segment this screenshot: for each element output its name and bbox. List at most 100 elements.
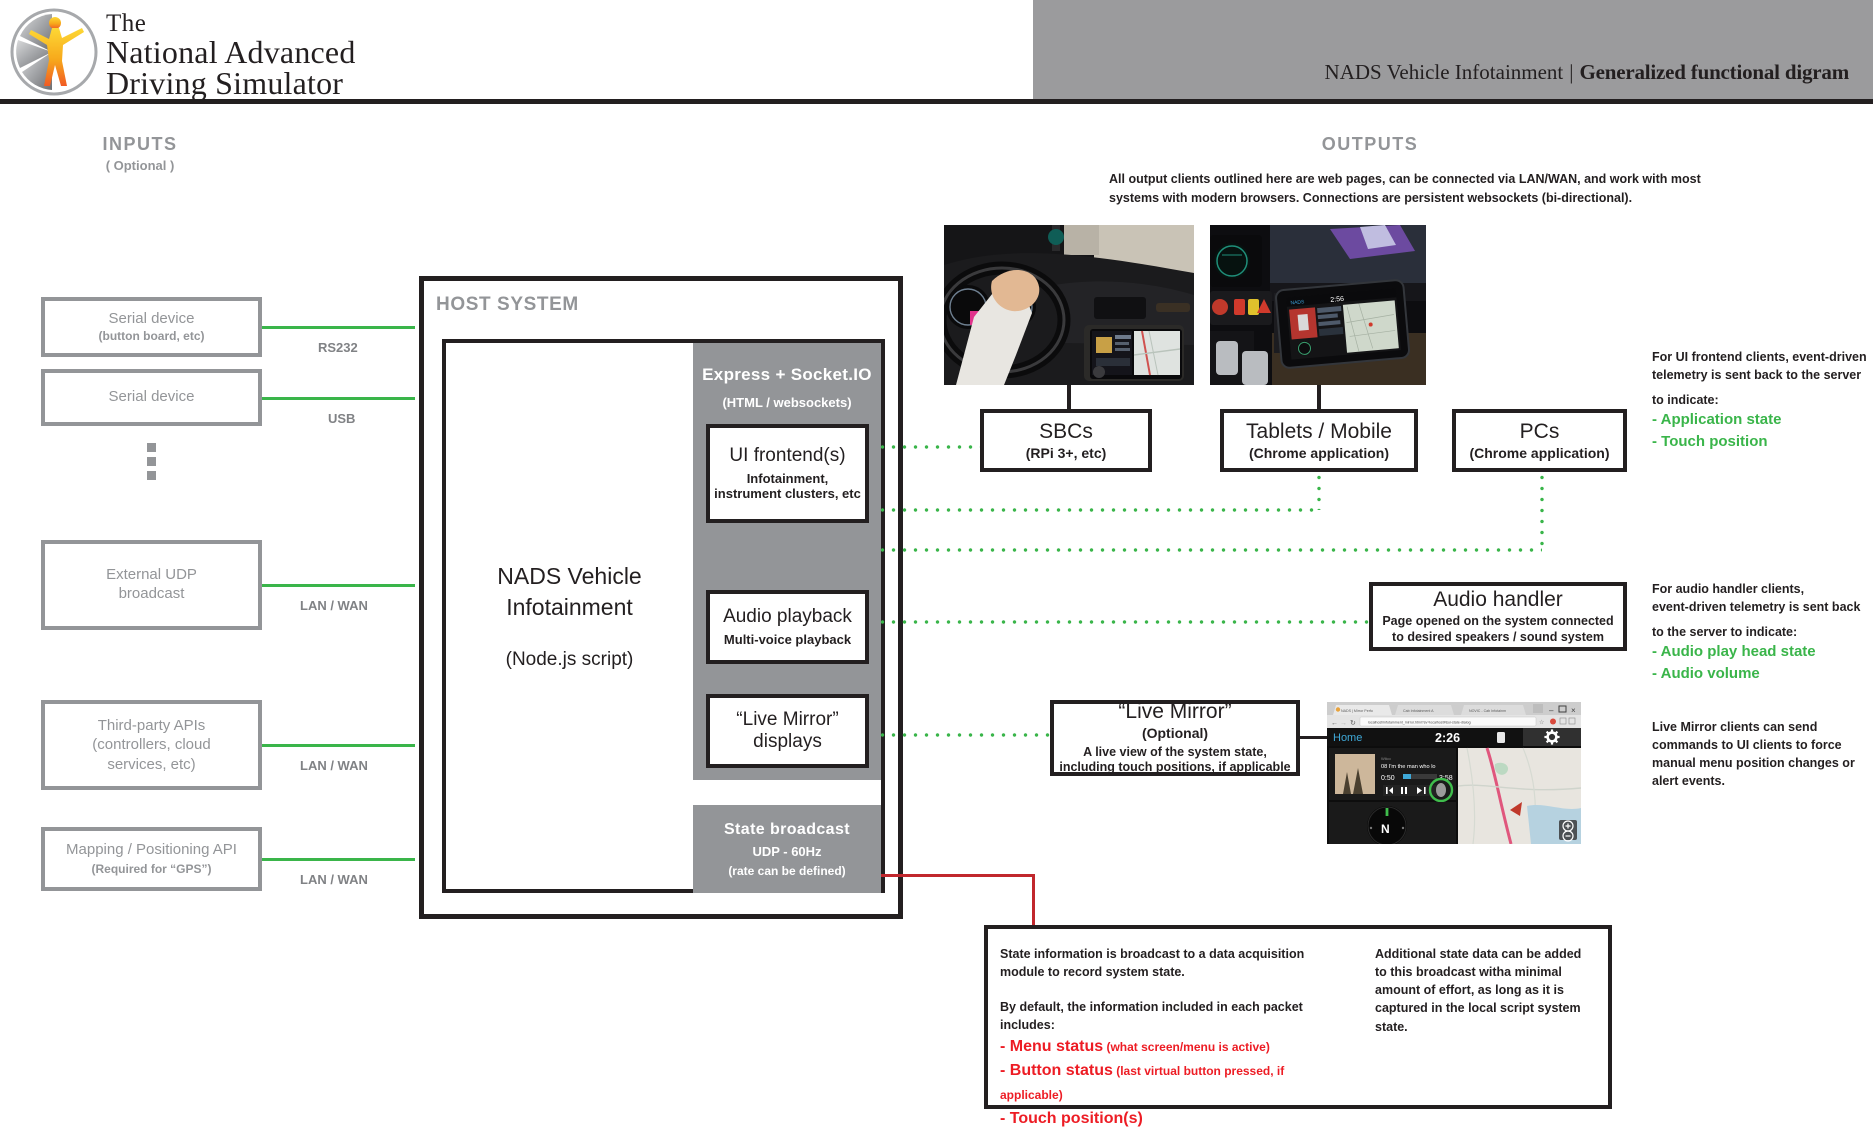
svg-text:N: N bbox=[1381, 822, 1390, 836]
output-subtitle: (Chrome application) bbox=[1248, 444, 1389, 461]
input-link-label-lanwan-2: LAN / WAN bbox=[300, 758, 368, 773]
ellipsis-dots-icon bbox=[147, 443, 156, 485]
svg-text:2:56: 2:56 bbox=[1330, 296, 1344, 304]
output-subtitle: A live view of the system state, includi… bbox=[1059, 744, 1291, 775]
module-title: UI frontend(s) bbox=[729, 444, 846, 466]
input-title: Mapping / Positioning API bbox=[66, 840, 237, 858]
input-link-line-2 bbox=[262, 397, 415, 400]
inputs-heading: INPUTS bbox=[102, 134, 178, 154]
module-live-mirror-displays[interactable]: “Live Mirror” displays bbox=[706, 694, 869, 768]
input-box-external-udp-broadcast[interactable]: External UDP broadcast bbox=[41, 540, 262, 630]
output-title: Tablets / Mobile bbox=[1246, 419, 1392, 443]
svg-text:Cab Infotainment A: Cab Infotainment A bbox=[1403, 709, 1434, 713]
dotline-ui-to-tablets bbox=[877, 508, 1319, 512]
outputs-description: All output clients outlined here are web… bbox=[1109, 172, 1701, 205]
svg-text:–: – bbox=[1549, 706, 1554, 715]
module-title: Audio playback bbox=[723, 606, 852, 628]
output-box-pcs[interactable]: PCs (Chrome application) bbox=[1452, 409, 1627, 472]
svg-text:←: ← bbox=[1331, 720, 1338, 727]
state-info-right-column: Additional state data can be added to th… bbox=[1375, 947, 1582, 1034]
input-link-line-5 bbox=[262, 858, 415, 861]
nads-runtime-label: (Node.js script) bbox=[505, 649, 634, 671]
svg-text:→: → bbox=[1340, 720, 1347, 727]
state-broadcast-rate: UDP - 60Hz bbox=[752, 843, 822, 859]
connector-photo2-to-tablets bbox=[1317, 385, 1321, 409]
svg-text:NADS | Mirror Perfo: NADS | Mirror Perfo bbox=[1341, 709, 1373, 713]
input-link-line-4 bbox=[262, 744, 415, 747]
header-title-right: Generalized functional digram bbox=[1579, 60, 1849, 84]
nads-logo: The National Advanced Driving Simulator bbox=[8, 4, 428, 101]
connector-photo1-to-sbcs bbox=[1067, 385, 1071, 409]
svg-text:NADS: NADS bbox=[1290, 299, 1305, 306]
input-subtitle: (Required for “GPS”) bbox=[91, 862, 212, 876]
state-broadcast-note: (rate can be defined) bbox=[728, 863, 846, 878]
note-line-3: to indicate: bbox=[1652, 393, 1719, 408]
svg-text:2:26: 2:26 bbox=[1435, 731, 1460, 745]
logo-line-3: Driving Simulator bbox=[106, 64, 344, 101]
note-item-application-state: - Application state bbox=[1652, 411, 1782, 429]
state-info-para-2: By default, the information included in … bbox=[1000, 1000, 1303, 1033]
note-live-mirror: Live Mirror clients can send commands to… bbox=[1652, 720, 1855, 789]
nads-logo-mark bbox=[10, 8, 98, 96]
dotline-vert-tablets bbox=[1317, 472, 1321, 510]
note-item-touch-position: - Touch position bbox=[1652, 433, 1768, 451]
logo-line-1: The bbox=[106, 10, 147, 37]
svg-text:↻: ↻ bbox=[1350, 720, 1356, 727]
input-box-third-party-apis[interactable]: Third-party APIs (controllers, cloud ser… bbox=[41, 700, 262, 790]
logo-line-2: National Advanced bbox=[106, 33, 356, 70]
dotline-audio-playback-to-handler bbox=[877, 620, 1369, 624]
note-line-2: event-driven telemetry is sent back bbox=[1652, 600, 1861, 615]
module-audio-playback[interactable]: Audio playback Multi-voice playback bbox=[706, 590, 869, 664]
output-title: Audio handler bbox=[1433, 587, 1563, 611]
inputs-subheading: ( Optional ) bbox=[105, 158, 175, 173]
input-link-label-lanwan-3: LAN / WAN bbox=[300, 872, 368, 887]
state-info-item-label: - Menu status bbox=[1000, 1037, 1104, 1055]
output-title: PCs bbox=[1519, 419, 1560, 443]
dotline-live-mirror-module-to-box bbox=[877, 733, 1050, 737]
note-line-1: For UI frontend clients, event-driven bbox=[1652, 350, 1867, 364]
connector-live-mirror-to-screenshot bbox=[1300, 736, 1327, 739]
state-info-item-detail: (what screen/menu is active) bbox=[1103, 1039, 1270, 1054]
input-link-line-1 bbox=[262, 326, 415, 329]
photo-live-mirror-browser: NADS | Mirror Perfo Cab Infotainment A N… bbox=[1327, 702, 1581, 844]
output-title: SBCs bbox=[1039, 419, 1093, 443]
state-info-para-1: State information is broadcast to a data… bbox=[1000, 947, 1305, 980]
module-ui-frontends[interactable]: UI frontend(s) Infotainment, instrument … bbox=[706, 424, 869, 523]
module-subtitle: Infotainment, instrument clusters, etc bbox=[714, 470, 861, 502]
input-title: External UDP broadcast bbox=[106, 566, 197, 602]
note-line-1: For audio handler clients, bbox=[1652, 582, 1805, 596]
svg-text:NOVIC - Cab Infotainm: NOVIC - Cab Infotainm bbox=[1469, 709, 1506, 713]
svg-text:0:50: 0:50 bbox=[1381, 775, 1395, 782]
input-link-label-rs232: RS232 bbox=[318, 340, 358, 355]
dotline-ui-to-pcs bbox=[877, 548, 1542, 552]
photo-vehicle-interior bbox=[944, 225, 1194, 385]
state-info-item-button-status: - Button status (last virtual button pre… bbox=[1000, 1059, 1340, 1107]
output-subtitle: (Chrome application) bbox=[1469, 444, 1610, 461]
output-subtitle: Page opened on the system connected to d… bbox=[1382, 613, 1614, 644]
input-box-mapping-positioning-api[interactable]: Mapping / Positioning API (Required for … bbox=[41, 827, 262, 891]
nads-name-line1: NADS Vehicle bbox=[497, 562, 642, 589]
state-info-item-label: - Button status bbox=[1000, 1061, 1113, 1079]
dotline-ui-to-sbcs bbox=[877, 445, 980, 449]
note-item-audio-volume: - Audio volume bbox=[1652, 665, 1760, 683]
state-broadcast-title: State broadcast bbox=[723, 820, 851, 838]
input-link-label-usb: USB bbox=[328, 411, 356, 426]
output-box-tablets-mobile[interactable]: Tablets / Mobile (Chrome application) bbox=[1220, 409, 1418, 472]
module-title: “Live Mirror” displays bbox=[736, 709, 839, 752]
output-box-audio-handler[interactable]: Audio handler Page opened on the system … bbox=[1369, 582, 1627, 651]
input-title: Serial device bbox=[108, 388, 195, 406]
nads-name-line2: Infotainment bbox=[506, 594, 633, 620]
input-box-serial-device-1[interactable]: Serial device (button board, etc) bbox=[41, 297, 262, 357]
input-link-label-lanwan-1: LAN / WAN bbox=[300, 598, 368, 613]
output-optional-label: (Optional) bbox=[1141, 725, 1209, 742]
photo-simulator-cockpit: NADS 2:56 bbox=[1210, 225, 1426, 385]
host-system-title: HOST SYSTEM bbox=[436, 294, 579, 315]
input-title: Third-party APIs (controllers, cloud ser… bbox=[92, 716, 211, 773]
output-box-live-mirror[interactable]: “Live Mirror” (Optional) A live view of … bbox=[1050, 700, 1300, 776]
state-info-item-touch-positions: - Touch position(s) bbox=[1000, 1107, 1340, 1131]
module-subtitle: Multi-voice playback bbox=[723, 632, 852, 648]
input-box-serial-device-2[interactable]: Serial device bbox=[41, 369, 262, 426]
note-audio-telemetry: For audio handler clients, event-driven … bbox=[1652, 580, 1867, 685]
note-ui-frontend-telemetry: For UI frontend clients, event-driven te… bbox=[1652, 348, 1867, 453]
output-box-sbcs[interactable]: SBCs (RPi 3+, etc) bbox=[980, 409, 1152, 472]
